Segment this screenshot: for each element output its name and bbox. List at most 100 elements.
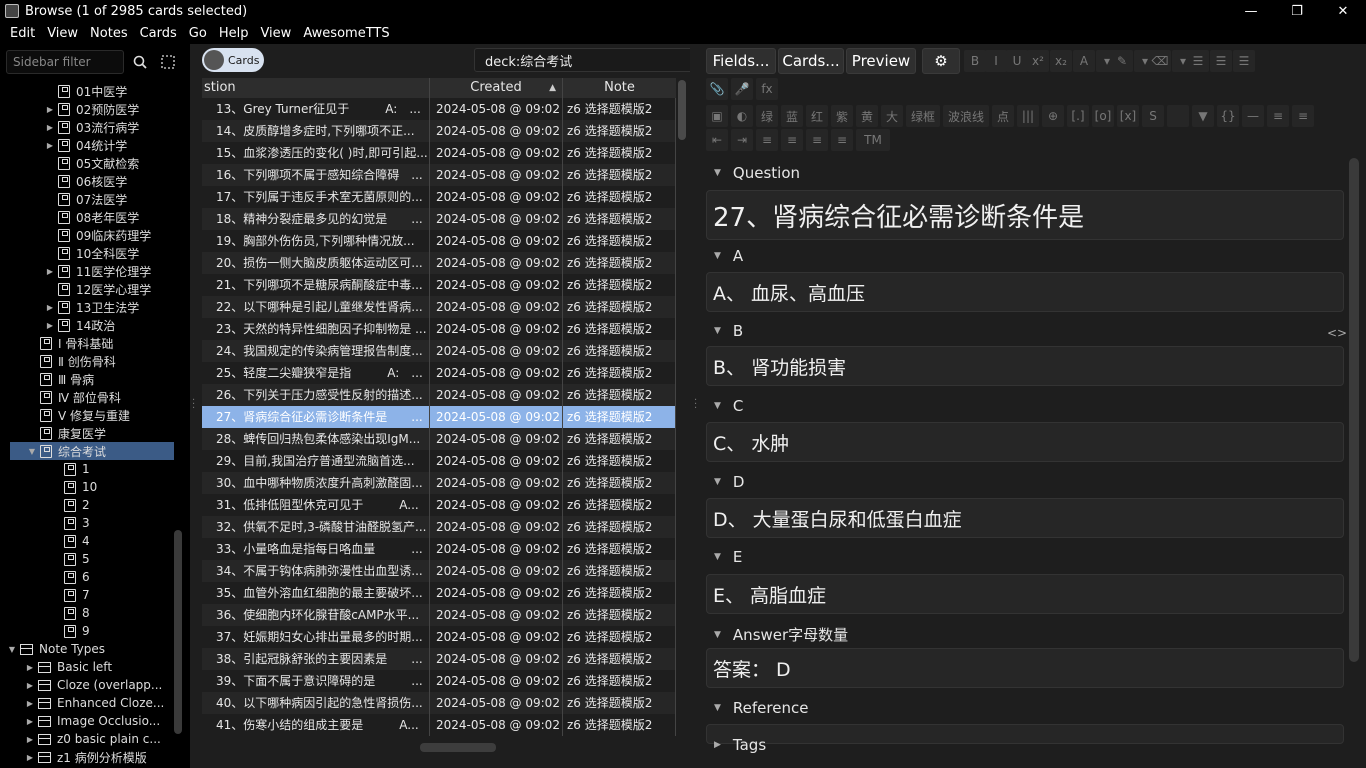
- chevron-right-icon[interactable]: ▶: [24, 681, 36, 690]
- note-type-item[interactable]: ▶ Enhanced Cloze...: [0, 694, 186, 712]
- table-row[interactable]: 39、下面不属于意识障碍的是 ... 2024-05-08 @ 09:02 z6 选…: [202, 670, 676, 692]
- field-editor-6[interactable]: 答案： D: [706, 648, 1344, 688]
- field-editor-4[interactable]: D、 大量蛋白尿和低蛋白血症: [706, 498, 1344, 538]
- note-type-item[interactable]: ▶ Basic left: [0, 658, 186, 676]
- field-label-6[interactable]: ▼ Answer字母数量: [714, 624, 848, 645]
- menu-edit[interactable]: Edit: [4, 26, 41, 41]
- row3-tool-20-icon[interactable]: —: [1242, 105, 1264, 127]
- table-row[interactable]: 36、使细胞内环化腺苷酸cAMP水平... 2024-05-08 @ 09:02 z…: [202, 604, 676, 626]
- table-row[interactable]: 29、目前,我国治疗普通型流脑首选... 2024-05-08 @ 09:02 z6…: [202, 450, 676, 472]
- underline-icon[interactable]: U: [1006, 50, 1028, 72]
- chevron-down-icon[interactable]: ▼: [714, 326, 721, 336]
- chevron-right-icon[interactable]: ▶: [44, 123, 56, 132]
- gear-icon[interactable]: ⚙: [922, 48, 960, 74]
- field-label-4[interactable]: ▼ D: [714, 473, 744, 491]
- deck-item[interactable]: 4: [0, 532, 186, 550]
- deck-item[interactable]: 9: [0, 622, 186, 640]
- field-label-7[interactable]: ▼ Reference: [714, 699, 808, 717]
- deck-item[interactable]: Ⅰ 骨科基础: [0, 334, 186, 352]
- row4-tool-3-icon[interactable]: ≡: [781, 129, 803, 151]
- deck-item[interactable]: 01中医学: [0, 82, 186, 100]
- table-row[interactable]: 21、下列哪项不是糖尿病酮酸症中毒... 2024-05-08 @ 09:02 z6…: [202, 274, 676, 296]
- row3-tool-3-icon[interactable]: 蓝: [781, 105, 803, 127]
- deck-item[interactable]: Ⅱ 创伤骨科: [0, 352, 186, 370]
- deck-item[interactable]: 12医学心理学: [0, 280, 186, 298]
- chevron-right-icon[interactable]: ▶: [44, 267, 56, 276]
- field-label-2[interactable]: ▼ B: [714, 322, 743, 340]
- deck-item[interactable]: 2: [0, 496, 186, 514]
- deck-item[interactable]: 1: [0, 460, 186, 478]
- row3-tool-16-icon[interactable]: S: [1142, 105, 1164, 127]
- row3-tool-18-icon[interactable]: ▼: [1192, 105, 1214, 127]
- chevron-down-icon[interactable]: ▼: [714, 477, 721, 487]
- deck-item[interactable]: 6: [0, 568, 186, 586]
- deck-item[interactable]: ▶ 14政治: [0, 316, 186, 334]
- cards-button[interactable]: Cards...: [778, 48, 844, 74]
- formula-icon[interactable]: fx: [756, 78, 778, 100]
- chevron-down-icon[interactable]: ▼: [714, 168, 721, 178]
- deck-item[interactable]: 05文献检索: [0, 154, 186, 172]
- attach-icon[interactable]: 📎: [706, 78, 728, 100]
- table-row[interactable]: 32、供氧不足时,3-磷酸甘油醛脱氢产... 2024-05-08 @ 09:02…: [202, 516, 676, 538]
- table-row[interactable]: 19、胸部外伤伤员,下列哪种情况放... 2024-05-08 @ 09:02 z6…: [202, 230, 676, 252]
- table-horizontal-scrollbar[interactable]: [420, 743, 496, 752]
- deck-item[interactable]: ▶ 13卫生法学: [0, 298, 186, 316]
- row3-tool-4-icon[interactable]: 红: [806, 105, 828, 127]
- subscript-icon[interactable]: x₂: [1050, 50, 1072, 72]
- menu-notes[interactable]: Notes: [84, 26, 134, 41]
- row3-tool-7-icon[interactable]: 大: [881, 105, 903, 127]
- row4-tool-4-icon[interactable]: ≡: [806, 129, 828, 151]
- row4-tool-5-icon[interactable]: ≡: [831, 129, 853, 151]
- row3-tool-1-icon[interactable]: ◐: [731, 105, 753, 127]
- table-row[interactable]: 26、下列关于压力感受性反射的描述... 2024-05-08 @ 09:02 z6…: [202, 384, 676, 406]
- chevron-right-icon[interactable]: ▶: [24, 735, 36, 744]
- row3-tool-5-icon[interactable]: 紫: [831, 105, 853, 127]
- table-row[interactable]: 30、血中哪种物质浓度升高刺激醛固... 2024-05-08 @ 09:02 z6…: [202, 472, 676, 494]
- chevron-down-icon[interactable]: ▼: [714, 552, 721, 562]
- chevron-down-icon[interactable]: ▼: [714, 401, 721, 411]
- note-type-item[interactable]: ▶ z1 病例分析模版: [0, 748, 186, 766]
- field-editor-2[interactable]: B、 肾功能损害: [706, 346, 1344, 386]
- table-row[interactable]: 24、我国规定的传染病管理报告制度... 2024-05-08 @ 09:02 z6…: [202, 340, 676, 362]
- deck-item[interactable]: 08老年医学: [0, 208, 186, 226]
- field-editor-1[interactable]: A、 血尿、高血压: [706, 272, 1344, 312]
- table-row[interactable]: 20、损伤一侧大脑皮质躯体运动区可... 2024-05-08 @ 09:02 z6…: [202, 252, 676, 274]
- chevron-down-icon[interactable]: ▼: [26, 447, 38, 456]
- row3-tool-14-icon[interactable]: [o]: [1092, 105, 1114, 127]
- fields-button[interactable]: Fields...: [706, 48, 776, 74]
- italic-icon[interactable]: I: [985, 50, 1007, 72]
- field-editor-3[interactable]: C、 水肿: [706, 422, 1344, 462]
- row4-tool-2-icon[interactable]: ≡: [756, 129, 778, 151]
- deck-item[interactable]: Ⅴ 修复与重建: [0, 406, 186, 424]
- cards-notes-toggle[interactable]: Cards: [202, 48, 264, 72]
- table-row[interactable]: 38、引起冠脉舒张的主要因素是 ... 2024-05-08 @ 09:02 z6 …: [202, 648, 676, 670]
- editor-splitter[interactable]: · · ·: [690, 44, 704, 768]
- deck-item[interactable]: 09临床药理学: [0, 226, 186, 244]
- deck-item[interactable]: ▼ 综合考试: [10, 442, 174, 460]
- chevron-right-icon[interactable]: ▶: [24, 663, 36, 672]
- chevron-down-icon[interactable]: ▼: [714, 630, 721, 640]
- chevron-right-icon[interactable]: ▶: [44, 141, 56, 150]
- table-row[interactable]: 15、血浆渗透压的变化( )时,即可引起... 2024-05-08 @ 09:0…: [202, 142, 676, 164]
- highlight-icon[interactable]: ✎: [1111, 50, 1133, 72]
- table-vertical-scrollbar[interactable]: [678, 80, 686, 140]
- row4-tool-1-icon[interactable]: ⇥: [731, 129, 753, 151]
- row3-tool-2-icon[interactable]: 绿: [756, 105, 778, 127]
- chevron-right-icon[interactable]: ▶: [44, 321, 56, 330]
- deck-item[interactable]: 8: [0, 604, 186, 622]
- note-type-item[interactable]: ▶ Image Occlusio...: [0, 712, 186, 730]
- select-tool-icon[interactable]: [158, 52, 178, 72]
- field-editor-0[interactable]: 27、肾病综合征必需诊断条件是: [706, 190, 1344, 240]
- chevron-right-icon[interactable]: ▶: [24, 753, 36, 762]
- menu-view[interactable]: View: [41, 26, 84, 41]
- deck-item[interactable]: ▶ 04统计学: [0, 136, 186, 154]
- superscript-icon[interactable]: x²: [1027, 50, 1049, 72]
- field-label-3[interactable]: ▼ C: [714, 397, 743, 415]
- deck-item[interactable]: ▶ 03流行病学: [0, 118, 186, 136]
- table-row[interactable]: 41、伤寒小结的组成主要是 A... 2024-05-08 @ 09:02 z6 选…: [202, 714, 676, 736]
- deck-item[interactable]: ▶ 11医学伦理学: [0, 262, 186, 280]
- numbered-list-icon[interactable]: ☰: [1210, 50, 1232, 72]
- table-row[interactable]: 27、肾病综合征必需诊断条件是 ... 2024-05-08 @ 09:02 z6 …: [202, 406, 676, 428]
- text-color-icon[interactable]: A: [1073, 50, 1095, 72]
- table-row[interactable]: 28、蜱传回归热包柔体感染出现IgM... 2024-05-08 @ 09:02 z…: [202, 428, 676, 450]
